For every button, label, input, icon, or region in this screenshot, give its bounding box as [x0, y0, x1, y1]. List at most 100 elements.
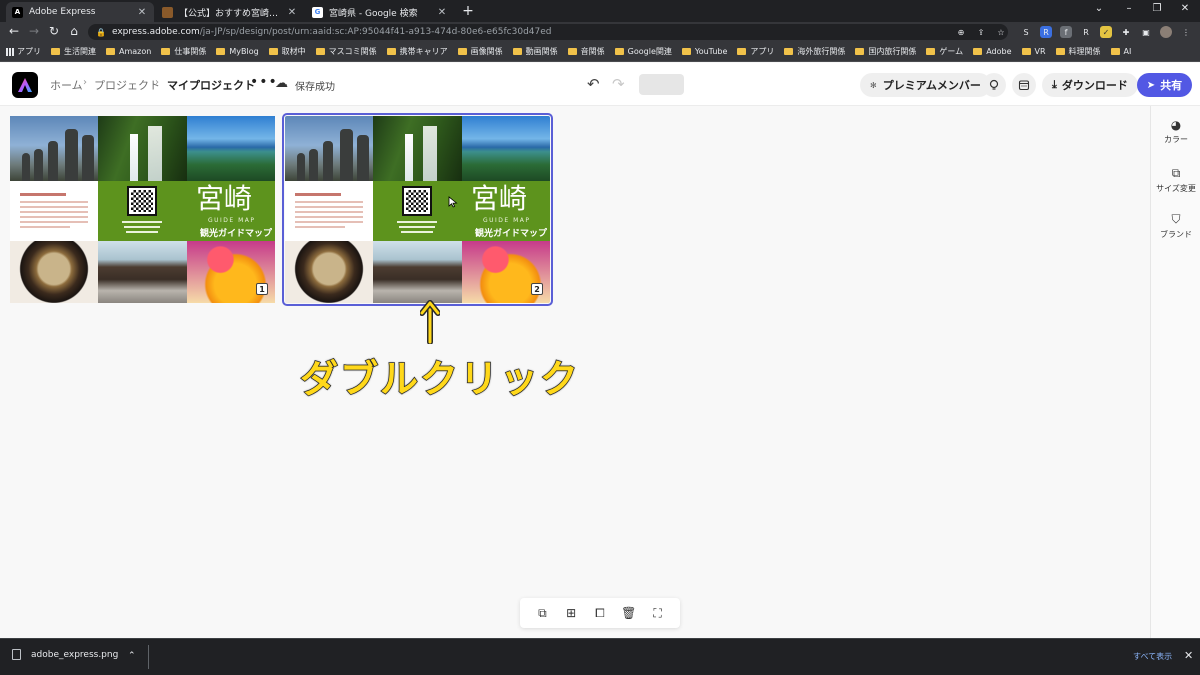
install-app-icon[interactable]: ⊕ — [955, 26, 967, 38]
adobe-express-logo[interactable] — [12, 72, 38, 98]
download-item[interactable]: adobe_express.png — [12, 649, 118, 660]
folder-icon — [681, 48, 691, 55]
download-button[interactable]: ⤓ ダウンロード — [1042, 73, 1138, 97]
rail-color[interactable]: ◕ カラー — [1151, 118, 1200, 145]
bookmark-folder[interactable]: VR — [1021, 47, 1046, 56]
duplicate-page-icon[interactable]: ⧉ — [533, 604, 551, 622]
tab-miyazaki-spots[interactable]: 【公式】おすすめ宮崎観光スポット／... ✕ — [156, 2, 304, 22]
profile-avatar[interactable] — [1160, 26, 1172, 38]
folder-icon — [1055, 48, 1065, 55]
tab-title: 宮崎県 - Google 検索 — [329, 8, 418, 19]
google-icon: G — [312, 6, 323, 18]
trash-icon[interactable]: 🗑 — [620, 604, 638, 622]
bookmark-folder[interactable]: マスコミ関係 — [315, 46, 377, 57]
bookmark-folder[interactable]: AI — [1110, 47, 1131, 56]
rail-resize[interactable]: ⧉ サイズ変更 — [1151, 166, 1200, 194]
fit-to-screen-icon[interactable]: ⛶ — [649, 604, 667, 622]
premium-label: プレミアムメンバー — [882, 79, 981, 92]
bookmark-folder[interactable]: アプリ — [737, 46, 774, 57]
bookmark-folder[interactable]: 料理関係 — [1055, 46, 1101, 57]
waterfall-photo — [98, 116, 187, 181]
tab-title: Adobe Express — [29, 7, 96, 17]
bookmark-folder[interactable]: Google関連 — [614, 46, 672, 57]
breadcrumb-my-projects[interactable]: マイプロジェクト — [167, 77, 255, 93]
browser-toolbar: ← → ↻ ⌂ 🔒 express.adobe.com/ja-JP/sp/des… — [0, 22, 1200, 42]
folder-icon — [457, 48, 467, 55]
breadcrumb-home[interactable]: ホーム — [50, 77, 83, 93]
extensions-puzzle-icon[interactable]: ✚ — [1120, 26, 1132, 38]
bookmark-folder[interactable]: 動画関係 — [512, 46, 558, 57]
show-all-link[interactable]: すべて表示 — [1133, 651, 1172, 662]
browser-menu-icon[interactable]: ⋮ — [1180, 26, 1192, 38]
reload-icon[interactable]: ↻ — [46, 24, 62, 38]
adobe-express-logo-mark — [18, 78, 32, 92]
url-host: express.adobe.com — [111, 27, 200, 37]
extension-rx-icon[interactable]: R — [1080, 26, 1092, 38]
tab-search-icon[interactable]: ⌄ — [1092, 3, 1106, 14]
bookmark-star-icon[interactable]: ☆ — [995, 26, 1007, 38]
address-bar[interactable]: 🔒 express.adobe.com/ja-JP/sp/design/post… — [88, 24, 1008, 40]
back-arrow-icon[interactable]: ← — [6, 24, 22, 38]
bookmark-folder[interactable]: YouTube — [681, 47, 727, 56]
download-label: ダウンロード — [1061, 79, 1128, 92]
window-close-button[interactable]: ✕ — [1178, 3, 1192, 14]
extension-facebook-icon[interactable]: f — [1060, 26, 1072, 38]
lightbulb-icon[interactable] — [982, 73, 1006, 97]
bookmark-folder[interactable]: 生活関連 — [51, 46, 96, 57]
premium-member-button[interactable]: ✻ プレミアムメンバー — [860, 73, 991, 97]
bookmark-folder[interactable]: 国内旅行関係 — [855, 46, 916, 57]
bookmark-apps[interactable]: アプリ — [6, 46, 41, 57]
intro-text-panel — [10, 181, 98, 241]
bookmark-folder[interactable]: 仕事関係 — [161, 46, 206, 57]
bookmark-folder[interactable]: Adobe — [973, 47, 1012, 56]
folder-icon — [737, 48, 747, 55]
copy-page-icon[interactable]: ⧠ — [591, 604, 609, 622]
close-icon[interactable]: ✕ — [136, 7, 148, 18]
add-page-icon[interactable]: ⊞ — [562, 604, 580, 622]
forward-arrow-icon[interactable]: → — [26, 24, 42, 38]
bookmark-folder[interactable]: ゲーム — [926, 46, 963, 57]
rail-brand[interactable]: ⛉ ブランド — [1151, 212, 1200, 240]
breadcrumb-projects[interactable]: プロジェクト — [94, 77, 160, 93]
sidebar-icon[interactable]: ▣ — [1140, 26, 1152, 38]
new-tab-button[interactable]: + — [460, 3, 476, 19]
download-icon: ⤓ — [1052, 78, 1057, 91]
title-panel: 宮崎 GUIDE MAP 観光ガイドマップ — [98, 181, 275, 241]
bookmark-folder[interactable]: 取材中 — [268, 46, 306, 57]
tab-adobe-express[interactable]: A Adobe Express ✕ — [6, 2, 154, 22]
page-thumbnail-2[interactable]: 宮崎 GUIDE MAP 観光ガイドマップ 2 — [282, 113, 553, 306]
coast-photo — [462, 116, 550, 181]
bookmark-folder[interactable]: 画像関係 — [457, 46, 503, 57]
share-button[interactable]: ➤ 共有 — [1137, 73, 1192, 97]
bookmark-folder[interactable]: 音関係 — [567, 46, 605, 57]
extension-s-icon[interactable]: S — [1020, 26, 1032, 38]
extension-blue-icon[interactable]: R — [1040, 26, 1052, 38]
close-icon[interactable]: ✕ — [286, 7, 298, 18]
apps-grid-icon — [6, 47, 14, 56]
bookmark-folder[interactable]: MyBlog — [216, 47, 259, 56]
design-canvas[interactable]: 宮崎 GUIDE MAP 観光ガイドマップ 1 宮崎 GUIDE MAP 観光ガ… — [0, 106, 1150, 638]
close-icon[interactable]: ✕ — [436, 7, 448, 18]
redo-icon[interactable]: ↷ — [612, 75, 625, 93]
close-icon[interactable]: ✕ — [1184, 649, 1193, 662]
folder-icon — [973, 48, 983, 55]
folder-icon — [784, 48, 794, 55]
mouse-cursor-icon — [448, 196, 458, 208]
undo-icon[interactable]: ↶ — [587, 75, 600, 93]
restore-button[interactable]: ❐ — [1150, 3, 1164, 14]
calendar-icon[interactable] — [1012, 73, 1036, 97]
home-icon[interactable]: ⌂ — [66, 24, 82, 38]
share-page-icon[interactable]: ⇪ — [975, 26, 987, 38]
folder-icon — [855, 48, 865, 55]
more-options-button[interactable]: ••• — [250, 74, 278, 90]
bookmark-folder[interactable]: 海外旅行関係 — [784, 46, 845, 57]
tab-google-search[interactable]: G 宮崎県 - Google 検索 ✕ — [306, 2, 454, 22]
chevron-up-icon[interactable]: ⌃ — [128, 651, 136, 661]
page-thumbnail-1[interactable]: 宮崎 GUIDE MAP 観光ガイドマップ 1 — [10, 116, 275, 303]
download-filename: adobe_express.png — [31, 649, 119, 660]
extension-yellow-icon[interactable]: ✓ — [1100, 26, 1112, 38]
bookmark-folder[interactable]: Amazon — [106, 47, 151, 56]
palette-icon: ◕ — [1170, 118, 1182, 132]
minimize-button[interactable]: – — [1122, 3, 1136, 14]
bookmark-folder[interactable]: 携帯キャリア — [386, 46, 448, 57]
